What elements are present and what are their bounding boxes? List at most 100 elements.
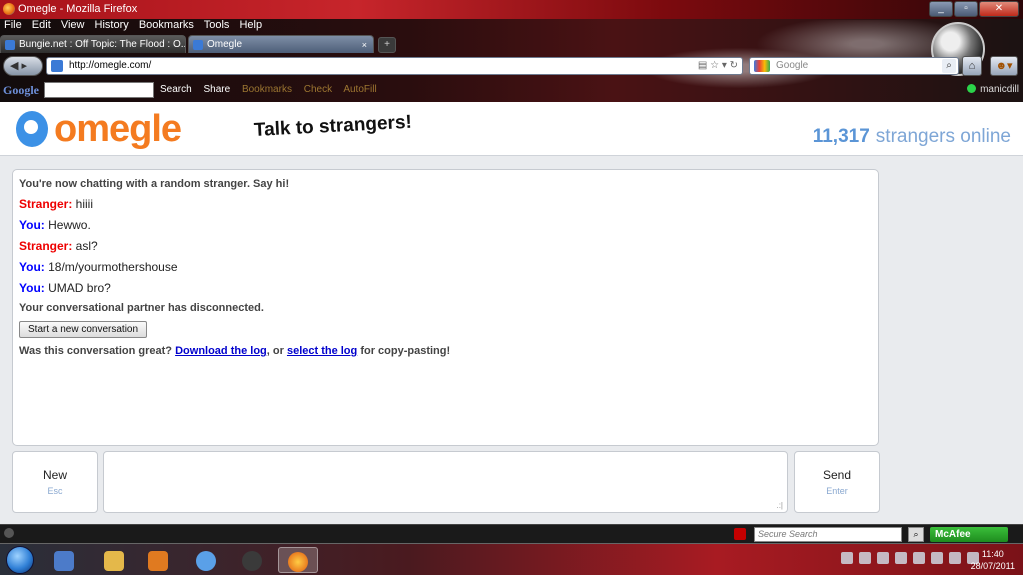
select-log-link[interactable]: select the log (287, 345, 357, 357)
log-prompt: Was this conversation great? (19, 345, 173, 357)
menu-history[interactable]: History (95, 19, 129, 31)
message-sender: Stranger: (19, 239, 73, 253)
google-search-engine-icon[interactable] (754, 60, 770, 72)
omegle-logo[interactable]: omegle (16, 107, 182, 151)
tab-bungie[interactable]: Bungie.net : Off Topic: The Flood : O... (0, 35, 186, 53)
chat-message: Stranger: asl? (19, 239, 872, 253)
toolbar-search-button[interactable]: Search (160, 84, 192, 95)
online-label: strangers online (875, 126, 1011, 147)
tray-security-icon[interactable] (949, 552, 961, 564)
url-bar-tools[interactable]: ▤ ☆ ▾ ↻ (698, 58, 738, 74)
message-sender: You: (19, 218, 45, 232)
home-button[interactable]: ⌂ (962, 56, 982, 76)
mcafee-shield-icon[interactable] (734, 528, 746, 540)
log-suffix: for copy-pasting! (360, 345, 451, 357)
status-bar: Secure Search ⌕ McAfee (0, 524, 1023, 543)
omegle-logo-text: omegle (54, 108, 182, 150)
google-toolbar-search-input[interactable] (44, 82, 154, 98)
log-mid-text: , or (266, 345, 284, 357)
tab-omegle[interactable]: Omegle × (188, 35, 374, 53)
message-text: hiiii (72, 197, 94, 211)
chat-message: Stranger: hiiii (19, 197, 872, 211)
mcafee-label: McAfee (935, 529, 971, 540)
clock-time: 11:40 (981, 549, 1004, 559)
message-input[interactable]: .:| (103, 451, 788, 513)
tray-volume-icon[interactable] (931, 552, 943, 564)
tray-flag-icon[interactable] (841, 552, 853, 564)
secure-search-input[interactable]: Secure Search (754, 527, 902, 542)
menu-bookmarks[interactable]: Bookmarks (139, 19, 194, 31)
online-count: 11,317 (812, 126, 870, 147)
navigation-bar: ◀ ▸ http://omegle.com/ ▤ ☆ ▾ ↻ Google ⌕ … (0, 53, 1023, 79)
secure-search-icon[interactable]: ⌕ (908, 527, 924, 542)
message-text: UMAD bro? (44, 281, 111, 295)
chat-controls: New Esc .:| Send Enter (12, 451, 880, 514)
search-bar[interactable]: Google ⌕ (749, 57, 959, 75)
online-counter: 11,317 strangers online (813, 126, 1011, 148)
start-button[interactable] (6, 546, 34, 574)
site-identity-icon[interactable] (51, 60, 63, 72)
toolbar-check-button[interactable]: Check (304, 84, 332, 95)
taskbar-explorer-icon[interactable] (94, 547, 134, 573)
close-button[interactable]: ✕ (979, 1, 1019, 17)
chat-message: You: Hewwo. (19, 218, 872, 232)
new-button-label: New (42, 468, 67, 482)
toolbar-autofill-button[interactable]: AutoFill (343, 84, 376, 95)
tray-display-icon[interactable] (859, 552, 871, 564)
tab-close-icon[interactable]: × (362, 36, 367, 53)
taskbar-app-network-icon[interactable] (44, 547, 84, 573)
menu-edit[interactable]: Edit (32, 19, 51, 31)
new-tab-button[interactable]: + (378, 37, 396, 53)
taskbar-messenger-icon[interactable] (186, 547, 226, 573)
back-forward-buttons[interactable]: ◀ ▸ (3, 56, 43, 76)
log-options: Was this conversation great? Download th… (19, 345, 872, 357)
tray-signal-icon[interactable] (895, 552, 907, 564)
menu-bar: File Edit View History Bookmarks Tools H… (0, 19, 1023, 32)
start-new-conversation-button[interactable]: Start a new conversation (19, 321, 148, 338)
message-text: Hewwo. (44, 218, 91, 232)
omegle-favicon-icon (193, 40, 203, 50)
new-button[interactable]: New Esc (12, 451, 98, 513)
taskbar-firefox-icon[interactable] (278, 547, 318, 573)
tab-label: Bungie.net : Off Topic: The Flood : O... (19, 39, 186, 50)
chat-log: You're now chatting with a random strang… (12, 169, 879, 446)
chat-status-start: You're now chatting with a random strang… (19, 178, 290, 190)
menu-file[interactable]: File (4, 19, 22, 31)
system-tray (841, 552, 979, 564)
message-sender: You: (19, 260, 45, 274)
download-log-link[interactable]: Download the log (175, 345, 267, 357)
message-text: 18/m/yourmothershouse (44, 260, 178, 274)
tab-strip: Bungie.net : Off Topic: The Flood : O...… (0, 33, 396, 53)
firefox-window: Omegle - Mozilla Firefox _ ▫ ✕ File Edit… (0, 0, 1023, 575)
chat-message: You: UMAD bro? (19, 281, 872, 295)
status-indicator-icon (4, 528, 14, 538)
google-toolbar-items: Search Share Bookmarks Check AutoFill (160, 84, 386, 95)
taskbar-gear-app-icon[interactable] (232, 547, 272, 573)
message-text: asl? (72, 239, 98, 253)
system-clock[interactable]: 11:40 28/07/2011 (971, 548, 1015, 572)
resize-grip-icon[interactable]: .:| (776, 501, 783, 510)
minimize-button[interactable]: _ (929, 1, 953, 17)
menu-view[interactable]: View (61, 19, 85, 31)
chat-message: You: 18/m/yourmothershouse (19, 260, 872, 274)
maximize-button[interactable]: ▫ (954, 1, 978, 17)
search-placeholder: Google (776, 60, 809, 71)
toolbar-share-button[interactable]: Share (203, 84, 230, 95)
taskbar-media-player-icon[interactable] (138, 547, 178, 573)
send-button-label: Send (822, 468, 852, 482)
omegle-header: omegle Talk to strangers! 11,317 stranger… (0, 102, 1023, 156)
message-sender: Stranger: (19, 197, 73, 211)
url-bar[interactable]: http://omegle.com/ ▤ ☆ ▾ ↻ (46, 57, 743, 75)
title-bar: Omegle - Mozilla Firefox _ ▫ ✕ (0, 0, 1023, 19)
menu-tools[interactable]: Tools (204, 19, 230, 31)
tray-app-icon[interactable] (877, 552, 889, 564)
tray-network-icon[interactable] (913, 552, 925, 564)
mcafee-button[interactable]: McAfee (930, 527, 1008, 542)
toolbar-bookmarks-button[interactable]: Bookmarks (242, 84, 292, 95)
greasemonkey-icon[interactable]: ☻▾ (990, 56, 1018, 76)
menu-help[interactable]: Help (239, 19, 262, 31)
message-sender: You: (19, 281, 45, 295)
send-button[interactable]: Send Enter (794, 451, 880, 513)
toolbar-user[interactable]: manicdill (967, 84, 1019, 95)
search-icon[interactable]: ⌕ (942, 59, 956, 73)
